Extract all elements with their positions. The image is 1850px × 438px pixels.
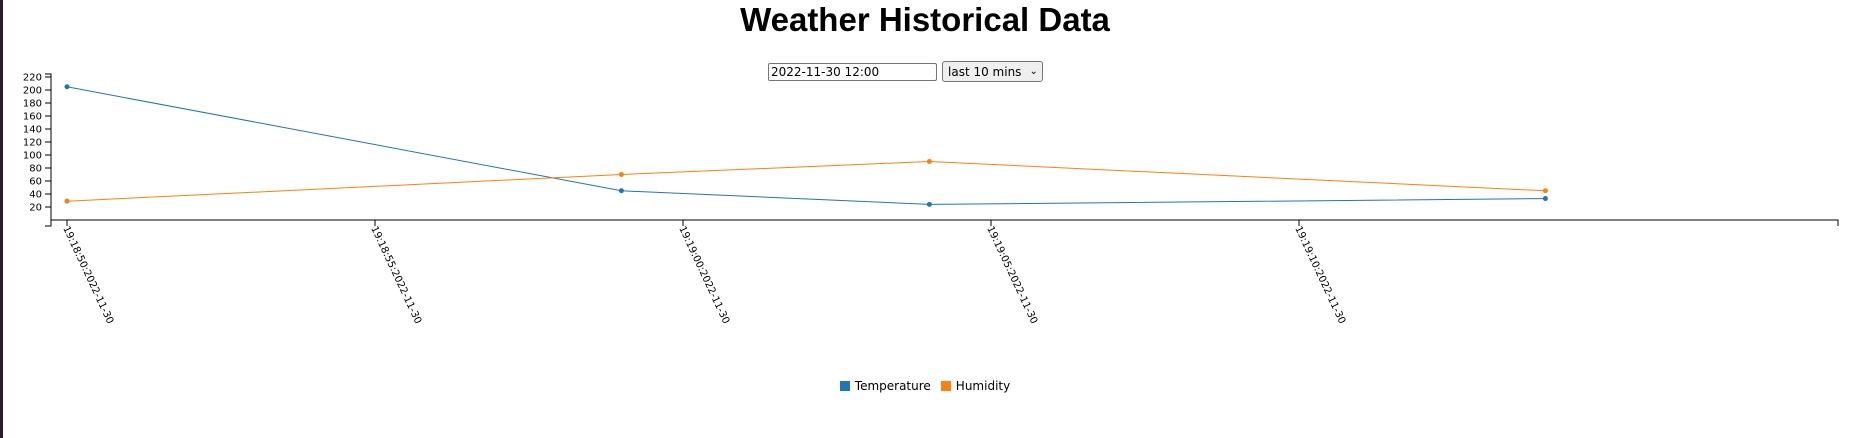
temperature-line <box>66 86 1546 205</box>
humidity-point <box>926 159 932 164</box>
legend-swatch <box>839 381 850 391</box>
temperature-point <box>926 201 932 207</box>
y-tick-label: 220 <box>23 73 42 84</box>
x-tick-label: 19:19:10:2022-11-30 <box>1292 225 1347 326</box>
temperature-point <box>64 84 70 90</box>
humidity-line <box>66 160 1546 202</box>
line-chart: 20 40 60 80 100 120 140 160 180 200 220 19:18:50:2… <box>23 73 1839 326</box>
plot-area <box>64 84 1548 207</box>
x-tick-label: 19:19:00:2022-11-30 <box>676 225 731 326</box>
temperature-point <box>1542 196 1548 202</box>
y-tick-label: 60 <box>29 177 42 188</box>
y-tick-label: 140 <box>23 125 42 136</box>
legend-swatch <box>940 381 951 391</box>
legend-label: Humidity <box>955 379 1011 393</box>
y-tick-label: 180 <box>23 99 42 110</box>
y-tick-label: 120 <box>23 138 42 149</box>
legend-label: Temperature <box>854 379 931 393</box>
humidity-point <box>618 172 624 177</box>
x-axis: 19:18:50:2022-11-30 19:18:55:2022-11-30 19… <box>50 219 1839 326</box>
humidity-point <box>1542 188 1548 194</box>
y-tick-label: 200 <box>23 86 42 97</box>
x-axis-line <box>50 219 1839 226</box>
x-tick-label: 19:19:05:2022-11-30 <box>984 225 1039 326</box>
x-tick-label: 19:18:50:2022-11-30 <box>60 225 115 326</box>
humidity-point <box>64 198 70 204</box>
temperature-point <box>618 188 624 194</box>
legend: Temperature Humidity <box>0 379 1850 393</box>
y-tick-label: 40 <box>29 190 42 201</box>
x-tick-label: 19:18:55:2022-11-30 <box>368 225 423 326</box>
y-tick-label: 80 <box>29 164 42 175</box>
y-tick-label: 100 <box>23 151 42 162</box>
y-tick-label: 20 <box>29 203 42 214</box>
legend-item-humidity: Humidity <box>940 379 1011 393</box>
y-tick-label: 160 <box>23 112 42 123</box>
legend-item-temperature: Temperature <box>839 379 931 393</box>
y-axis: 20 40 60 80 100 120 140 160 180 200 220 <box>23 73 52 227</box>
y-axis-line <box>45 73 52 227</box>
